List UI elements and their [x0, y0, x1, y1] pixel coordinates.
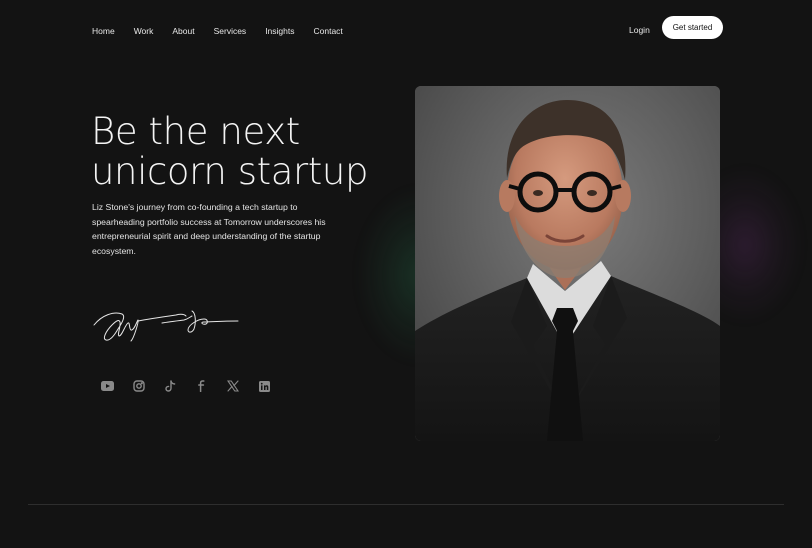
nav-item-about[interactable]: About — [172, 25, 194, 37]
nav-item-home[interactable]: Home — [92, 25, 115, 37]
x-icon[interactable] — [226, 379, 240, 393]
youtube-icon[interactable] — [100, 379, 114, 393]
login-link[interactable]: Login — [629, 24, 650, 36]
linkedin-icon[interactable] — [258, 379, 272, 393]
main-nav: Home Work About Services Insights Contac… — [92, 25, 362, 37]
signature — [92, 305, 242, 347]
facebook-icon[interactable] — [195, 379, 209, 393]
landing-page: Home Work About Services Insights Contac… — [0, 0, 812, 548]
social-links — [100, 379, 289, 393]
portrait-photo — [415, 86, 720, 441]
nav-item-insights[interactable]: Insights — [265, 25, 294, 37]
headline-line-1: Be the next — [91, 110, 300, 153]
footer-divider — [28, 504, 784, 505]
tiktok-icon[interactable] — [163, 379, 177, 393]
nav-item-services[interactable]: Services — [214, 25, 247, 37]
nav-item-contact[interactable]: Contact — [313, 25, 342, 37]
nav-item-work[interactable]: Work — [134, 25, 154, 37]
hero-description: Liz Stone's journey from co-founding a t… — [92, 202, 326, 256]
headline-line-2: unicorn startup — [91, 150, 369, 193]
instagram-icon[interactable] — [132, 379, 146, 393]
get-started-button[interactable]: Get started — [662, 16, 723, 39]
hero-headline: Be the next unicorn startup — [91, 112, 391, 192]
